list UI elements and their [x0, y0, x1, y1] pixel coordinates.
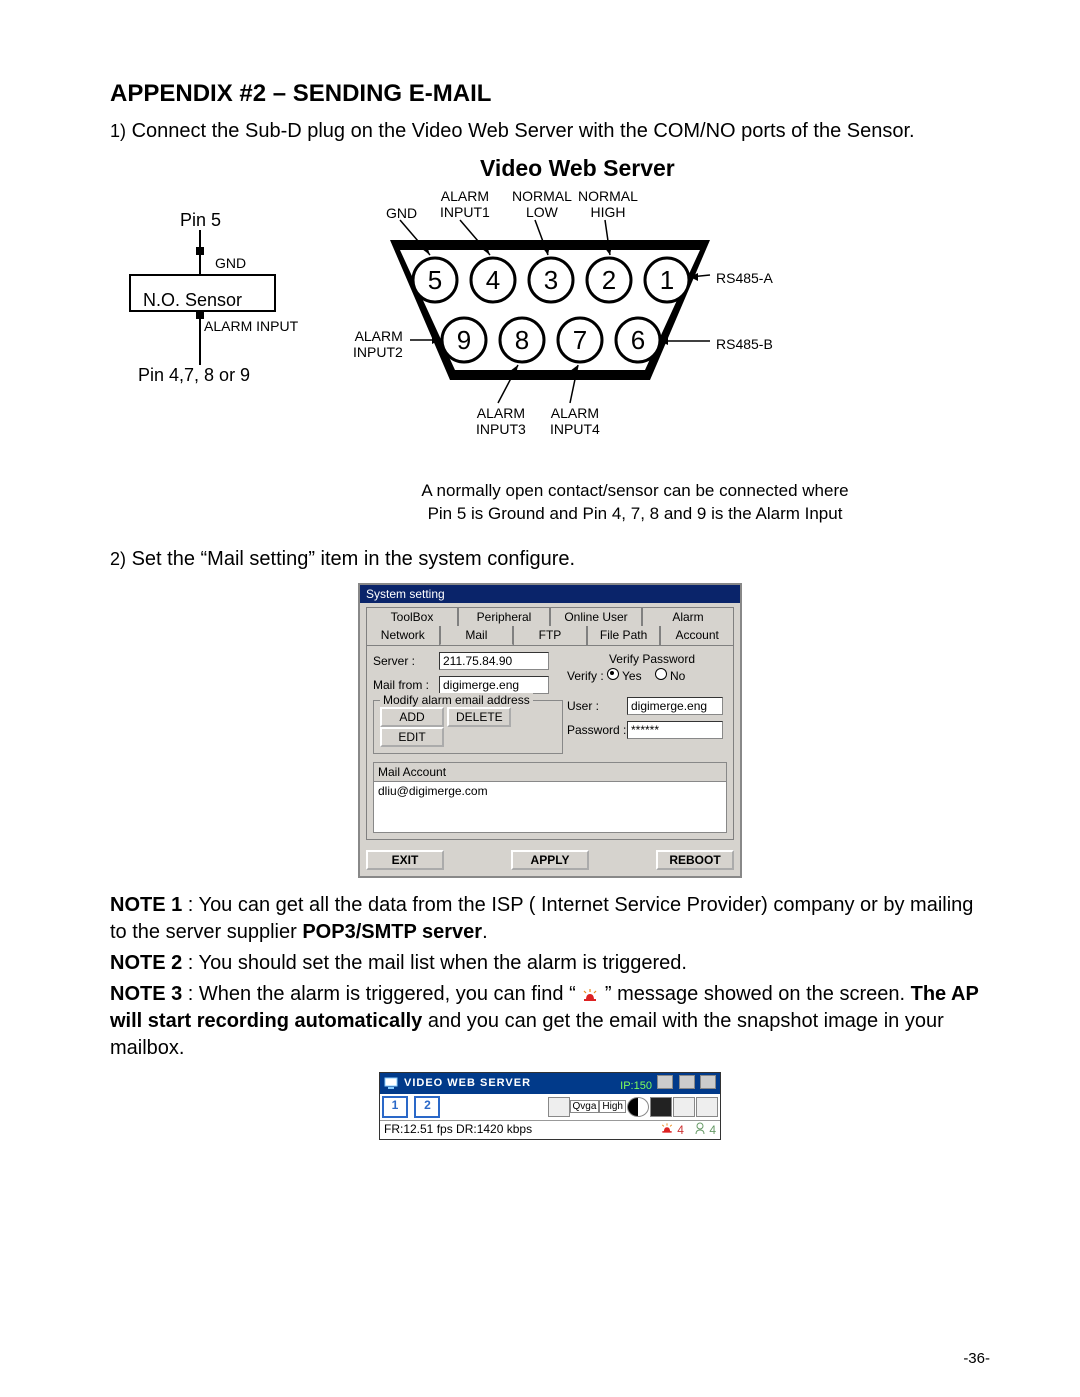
note1-label: NOTE 1	[110, 894, 182, 916]
alarm-count: 4	[677, 1123, 684, 1137]
record-icon[interactable]	[673, 1097, 695, 1117]
minimize-icon[interactable]	[657, 1075, 673, 1089]
mailfrom-label: Mail from :	[373, 678, 439, 692]
verify-no-radio[interactable]	[655, 668, 667, 680]
step-2: 2) Set the “Mail setting” item in the sy…	[110, 546, 990, 573]
tab-filepath[interactable]: File Path	[587, 626, 661, 645]
step2-text: Set the “Mail setting” item in the syste…	[132, 548, 576, 570]
svg-text:8: 8	[515, 325, 529, 355]
user-label: User :	[567, 699, 627, 713]
tab-alarm[interactable]: Alarm	[642, 607, 734, 626]
dialog-titlebar: System setting	[360, 585, 740, 603]
svg-text:7: 7	[573, 325, 587, 355]
note1-a: : You can get all the data from the ISP …	[110, 894, 973, 943]
tab-network[interactable]: Network	[366, 626, 440, 645]
high-label: High	[599, 1100, 626, 1113]
diagram-video-web-server: Video Web Server Pin 5 GND N.O. Sensor A…	[90, 155, 950, 475]
note-2: NOTE 2 : You should set the mail list wh…	[110, 950, 990, 977]
appendix-heading: APPENDIX #2 – SENDING E-MAIL	[110, 80, 990, 108]
note2-text: : You should set the mail list when the …	[182, 952, 687, 974]
password-label: Password :	[567, 723, 627, 737]
alarm-icon	[581, 988, 599, 1002]
verify-label: Verify :	[567, 669, 604, 683]
note-3: NOTE 3 : When the alarm is triggered, yo…	[110, 981, 990, 1062]
channel-2-button[interactable]: 2	[414, 1096, 440, 1118]
tab-ftp[interactable]: FTP	[513, 626, 587, 645]
step2-num: 2)	[110, 549, 126, 569]
contrast-icon[interactable]	[627, 1097, 649, 1117]
mailaccount-header: Mail Account	[373, 762, 727, 781]
server-input[interactable]: 211.75.84.90	[439, 652, 549, 670]
password-input[interactable]: ******	[627, 721, 723, 739]
svg-text:6: 6	[631, 325, 645, 355]
step-1: 1) Connect the Sub-D plug on the Video W…	[110, 118, 990, 145]
note-1: NOTE 1 : You can get all the data from t…	[110, 892, 990, 946]
settings-icon[interactable]	[696, 1097, 718, 1117]
svg-text:5: 5	[428, 265, 442, 295]
verify-no-text: No	[670, 669, 685, 683]
note1-b: POP3/SMTP server	[302, 921, 482, 943]
maximize-icon[interactable]	[679, 1075, 695, 1089]
svg-text:4: 4	[486, 265, 500, 295]
verify-yes-radio[interactable]	[607, 668, 619, 680]
mailaccount-list[interactable]: dliu@digimerge.com	[373, 781, 727, 833]
note3-b: ” message showed on the screen.	[605, 983, 911, 1005]
svg-text:2: 2	[602, 265, 616, 295]
svg-text:1: 1	[660, 265, 674, 295]
tab-peripheral[interactable]: Peripheral	[458, 607, 550, 626]
tab-account[interactable]: Account	[660, 626, 734, 645]
verify-yes-text: Yes	[622, 669, 642, 683]
server-label: Server :	[373, 654, 439, 668]
close-icon[interactable]	[700, 1075, 716, 1089]
mailfrom-input[interactable]: digimerge.eng	[439, 676, 549, 694]
note2-label: NOTE 2	[110, 952, 182, 974]
caption-l2: Pin 5 is Ground and Pin 4, 7, 8 and 9 is…	[428, 504, 843, 523]
system-setting-dialog: System setting ToolBox Peripheral Online…	[358, 583, 742, 878]
modify-legend: Modify alarm email address	[380, 693, 533, 707]
video-web-server-window: VIDEO WEB SERVER IP:150 1 2 Qvga High	[379, 1072, 721, 1140]
resolution-icon[interactable]	[548, 1097, 570, 1117]
edit-button[interactable]: EDIT	[380, 727, 444, 747]
apply-button[interactable]: APPLY	[511, 850, 589, 870]
monitor-icon	[384, 1077, 400, 1089]
note3-a: : When the alarm is triggered, you can f…	[182, 983, 581, 1005]
user-status-icon	[694, 1122, 706, 1134]
tab-mail[interactable]: Mail	[440, 626, 514, 645]
verify-title: Verify Password	[567, 652, 737, 666]
user-count: 4	[709, 1123, 716, 1137]
svg-text:3: 3	[544, 265, 558, 295]
camera-icon[interactable]	[650, 1097, 672, 1117]
caption-l1: A normally open contact/sensor can be co…	[421, 481, 848, 500]
vws-title: VIDEO WEB SERVER	[404, 1077, 531, 1089]
step1-text: Connect the Sub-D plug on the Video Web …	[132, 120, 915, 142]
tab-toolbox[interactable]: ToolBox	[366, 607, 458, 626]
note3-label: NOTE 3	[110, 983, 182, 1005]
reboot-button[interactable]: REBOOT	[656, 850, 734, 870]
channel-1-button[interactable]: 1	[382, 1096, 408, 1118]
svg-text:9: 9	[457, 325, 471, 355]
vws-ip: IP:150	[620, 1080, 652, 1092]
step1-num: 1)	[110, 121, 126, 141]
delete-button[interactable]: DELETE	[447, 707, 511, 727]
status-text: FR:12.51 fps DR:1420 kbps	[384, 1122, 532, 1137]
diagram-svg: 5 4 3 2 1 9 8 7 6	[90, 155, 950, 465]
exit-button[interactable]: EXIT	[366, 850, 444, 870]
note1-c: .	[482, 921, 488, 943]
add-button[interactable]: ADD	[380, 707, 444, 727]
figure-caption: A normally open contact/sensor can be co…	[360, 480, 910, 526]
user-input[interactable]: digimerge.eng	[627, 697, 723, 715]
page-number: -36-	[963, 1350, 990, 1367]
qvga-label: Qvga	[570, 1100, 600, 1113]
alarm-status-icon	[660, 1122, 674, 1134]
tab-online-user[interactable]: Online User	[550, 607, 642, 626]
